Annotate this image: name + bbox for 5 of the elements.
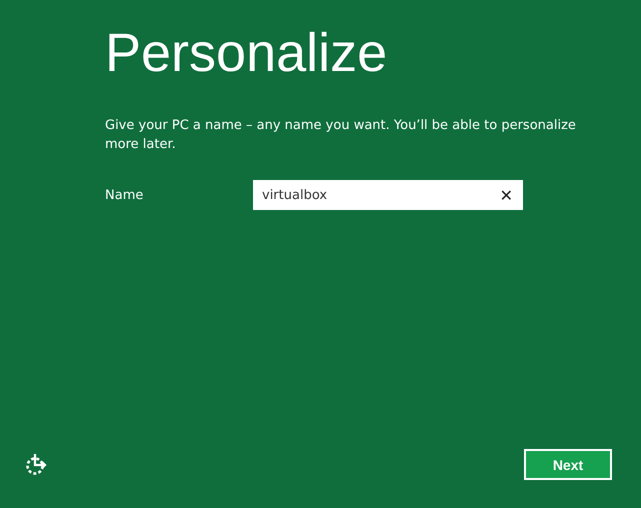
description-text: Give your PC a name – any name you want. You’ll be able to personalize more later. <box>105 117 577 154</box>
clear-button[interactable]: ✕ <box>496 186 517 204</box>
name-field[interactable]: virtualbox ✕ <box>253 180 523 210</box>
name-label: Name <box>105 188 144 202</box>
page-title: Personalize <box>105 22 388 85</box>
